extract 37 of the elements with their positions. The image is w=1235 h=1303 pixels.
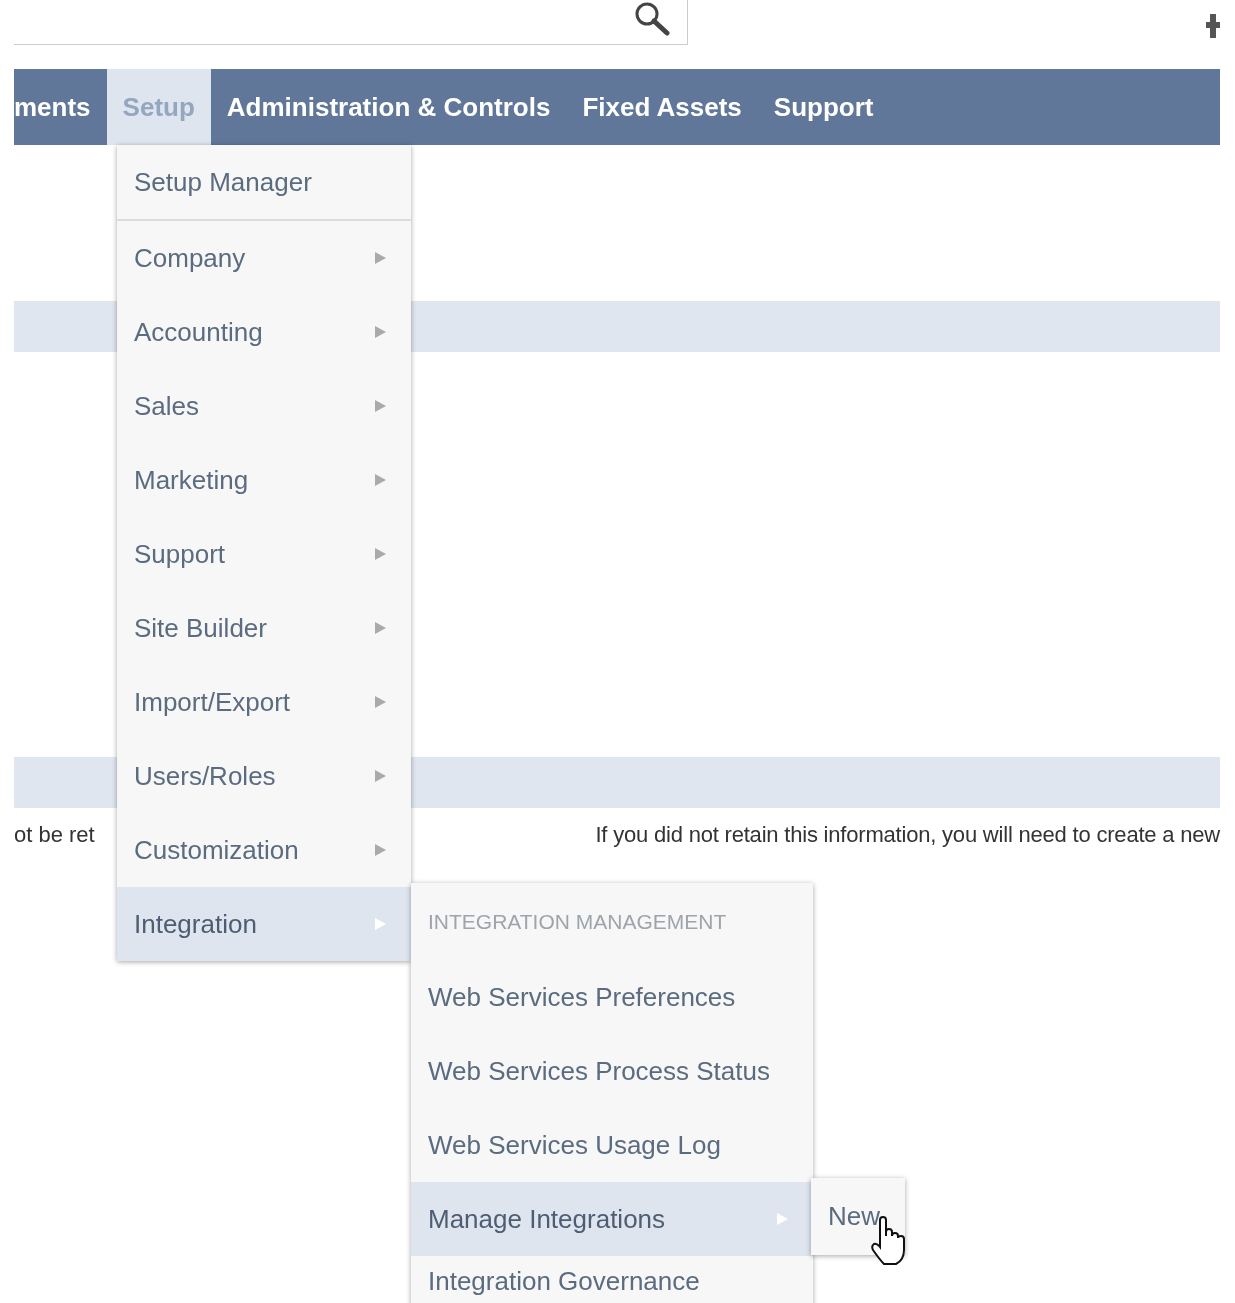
menu-item[interactable]: Site Builder [117, 591, 411, 665]
menu-item[interactable]: Web Services Preferences [411, 960, 813, 1034]
submenu-arrow-icon [776, 1213, 788, 1225]
menu-item[interactable]: Integration Governance [411, 1256, 813, 1303]
menu-item[interactable]: Sales [117, 369, 411, 443]
menu-item[interactable]: Customization [117, 813, 411, 887]
nav-tab[interactable]: ments [14, 69, 107, 145]
body-text: If you did not retain this information, you will need to create a new [595, 822, 1220, 848]
submenu-arrow-icon [374, 696, 386, 708]
nav-tab[interactable]: Fixed Assets [566, 69, 758, 145]
nav-tab[interactable]: Support [757, 69, 890, 145]
menu-item[interactable]: New [811, 1178, 905, 1255]
menu-item[interactable]: Users/Roles [117, 739, 411, 813]
submenu-arrow-icon [374, 844, 386, 856]
submenu-arrow-icon [374, 252, 386, 264]
menu-item[interactable]: Marketing [117, 443, 411, 517]
submenu-arrow-icon [374, 474, 386, 486]
menu-item[interactable]: Company [117, 221, 411, 295]
menu-item[interactable]: Import/Export [117, 665, 411, 739]
submenu-arrow-icon [374, 918, 386, 930]
menu-section-header: INTEGRATION MANAGEMENT [427, 908, 728, 935]
submenu-arrow-icon [374, 326, 386, 338]
menu-item[interactable]: Web Services Usage Log [411, 1108, 813, 1182]
menu-item[interactable]: Setup Manager [117, 145, 411, 219]
submenu-arrow-icon [374, 400, 386, 412]
menu-item[interactable]: Accounting [117, 295, 411, 369]
search-field[interactable] [14, 0, 688, 45]
menu-item[interactable]: Integration [117, 887, 411, 961]
submenu-arrow-icon [374, 770, 386, 782]
submenu-arrow-icon [374, 548, 386, 560]
menu-item[interactable]: Web Services Process Status [411, 1034, 813, 1108]
menu-item[interactable]: Support [117, 517, 411, 591]
nav-tab[interactable]: Administration & Controls [210, 69, 567, 145]
submenu-arrow-icon [374, 622, 386, 634]
body-text: ot be ret [14, 822, 95, 848]
search-icon[interactable] [633, 2, 671, 36]
menu-item[interactable]: Manage Integrations [411, 1182, 813, 1256]
